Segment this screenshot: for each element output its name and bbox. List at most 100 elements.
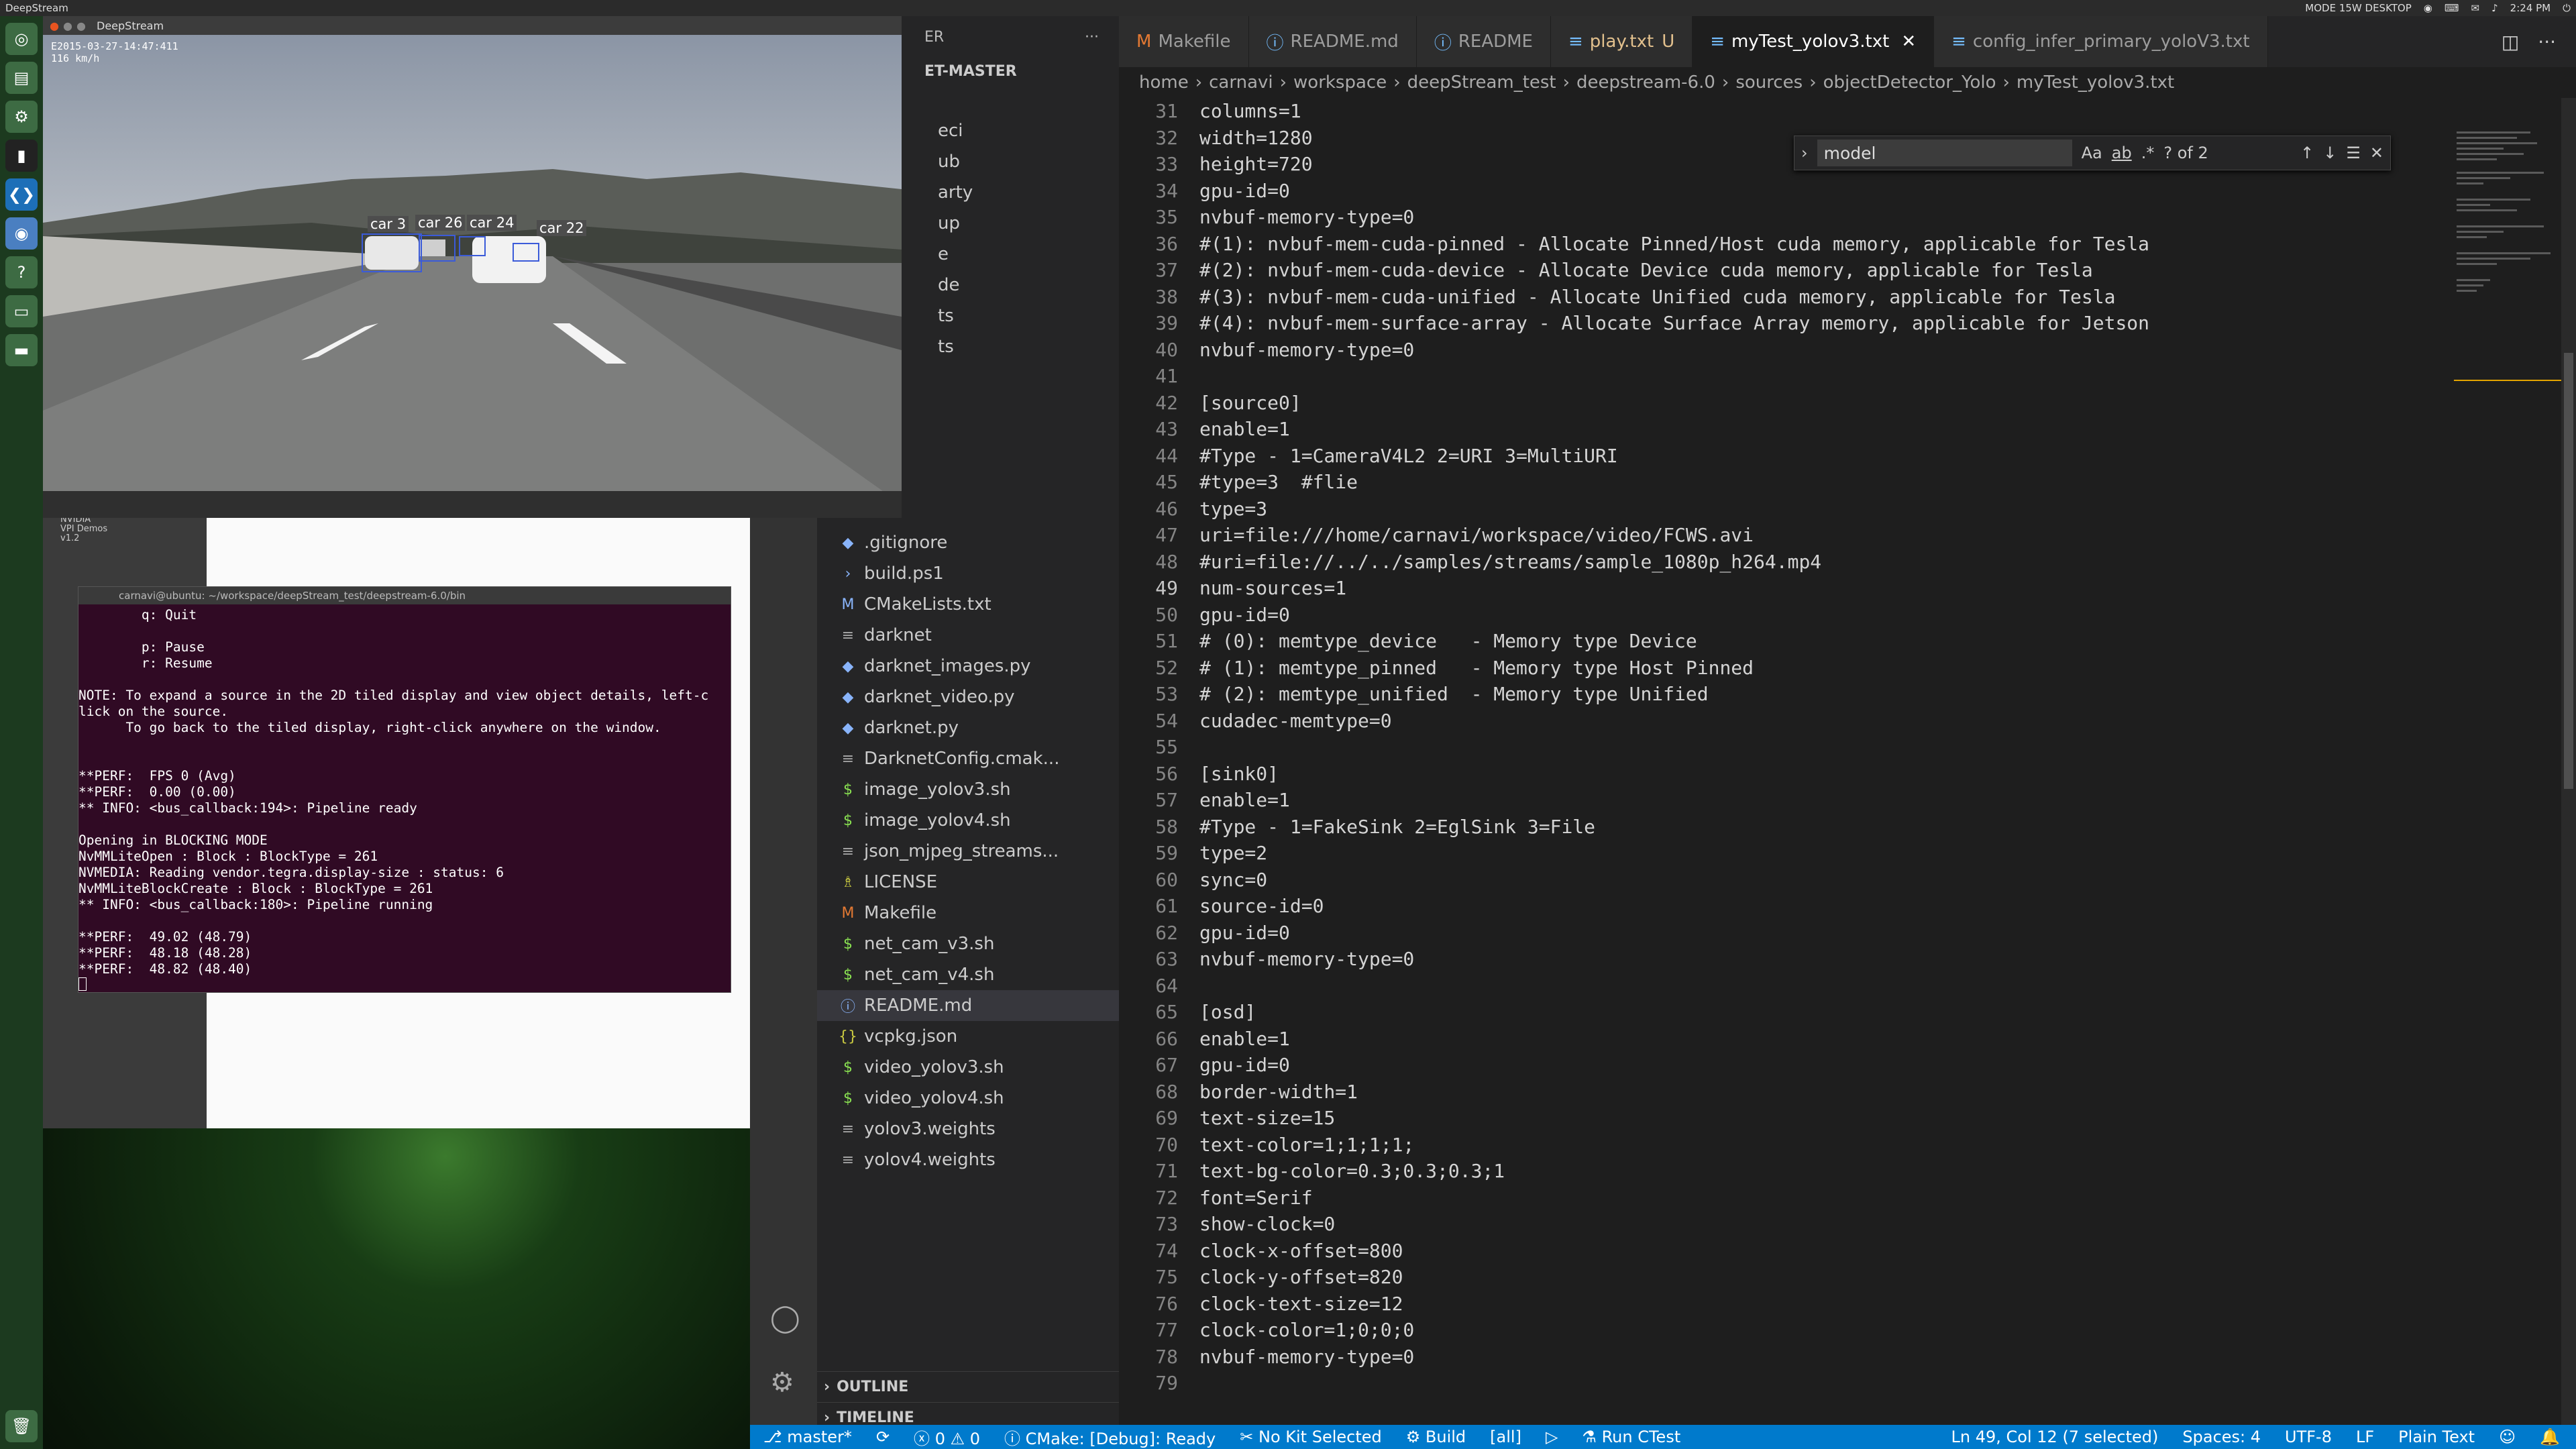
indentation-status[interactable]: Spaces: 4 [2182,1428,2261,1446]
explorer-file[interactable]: $ net_cam_v3.sh [817,928,1119,959]
problems-status[interactable]: ⓧ 0 ⚠ 0 [914,1426,980,1449]
breadcrumb-item[interactable]: workspace [1293,72,1387,93]
build-target[interactable]: [all] [1490,1428,1521,1446]
breadcrumb-item[interactable]: sources [1735,72,1803,93]
breadcrumb-item[interactable]: home [1139,72,1189,93]
close-tab-icon[interactable]: ✕ [1901,32,1916,52]
explorer-file[interactable]: ◆ darknet_video.py [817,682,1119,712]
outline-section[interactable]: › OUTLINE [817,1371,1119,1402]
explorer-file[interactable]: $ video_yolov3.sh [817,1052,1119,1083]
files-icon[interactable]: ▤ [5,62,38,94]
keyboard-icon[interactable]: ⌨ [2445,2,2459,14]
line-number: 56 [1155,762,1178,785]
terminal-window[interactable]: carnavi@ubuntu: ~/workspace/deepStream_t… [78,586,731,993]
manage-gear-icon[interactable]: ⚙ [770,1367,794,1398]
explorer-more-icon[interactable]: ··· [1085,29,1099,46]
editor-scrollbar[interactable] [2561,98,2576,1425]
cmake-status[interactable]: ⓘ CMake: [Debug]: Ready [1004,1426,1216,1449]
editor-more-icon[interactable]: ··· [2538,31,2556,53]
minimize-button[interactable]: ● [63,19,72,32]
network-icon[interactable]: ◉ [2424,2,2432,14]
power-icon[interactable]: ⏻ [2563,2,2571,14]
feedback-icon[interactable]: ☺ [2499,1428,2516,1446]
find-input[interactable] [1817,140,2072,166]
match-case-toggle[interactable]: Aa [2082,144,2102,162]
explorer-file[interactable]: M Makefile [817,898,1119,928]
mail-icon[interactable]: ✉ [2471,2,2480,14]
code-line: 67 gpu-id=0 [1119,1052,2454,1079]
drive-icon[interactable]: ▭ [5,295,38,327]
trash-icon[interactable]: 🗑 [5,1410,38,1442]
branch-status[interactable]: ⎇ master* [763,1428,852,1446]
notifications-icon[interactable]: 🔔 [2540,1428,2560,1446]
cursor-position[interactable]: Ln 49, Col 12 (7 selected) [1951,1428,2159,1446]
explorer-file[interactable]: $ net_cam_v4.sh [817,959,1119,990]
whole-word-toggle[interactable]: ab [2112,144,2132,162]
split-editor-icon[interactable]: ◫ [2502,31,2519,53]
language-mode[interactable]: Plain Text [2398,1428,2475,1446]
clock[interactable]: 2:24 PM [2510,2,2551,14]
editor-tab[interactable]: ≡ play.txt U [1551,16,1693,67]
cmake-kit-status[interactable]: ✂ No Kit Selected [1240,1428,1382,1446]
deepstream-window[interactable]: ● ● ● DeepStream E2015-03-27-14:47:411 1… [43,16,902,518]
breadcrumb-item[interactable]: carnavi [1209,72,1273,93]
next-match-icon[interactable]: ↓ [2323,144,2337,162]
breadcrumb-item[interactable]: deepstream-6.0 [1576,72,1715,93]
explorer-file[interactable]: $ image_yolov3.sh [817,774,1119,805]
encoding-status[interactable]: UTF-8 [2285,1428,2332,1446]
explorer-file[interactable]: ≡ yolov4.weights [817,1144,1119,1175]
close-button[interactable]: ● [50,19,59,32]
explorer-file[interactable]: ♗ LICENSE [817,867,1119,898]
breadcrumb-item[interactable]: objectDetector_Yolo [1823,72,1996,93]
maximize-button[interactable]: ● [76,19,86,32]
disk-icon[interactable]: ▬ [5,334,38,366]
explorer-file[interactable]: ◆ darknet_images.py [817,651,1119,682]
toggle-replace-icon[interactable]: › [1801,144,1808,162]
find-in-selection-icon[interactable]: ☰ [2346,144,2361,162]
minimap[interactable] [2454,98,2561,1425]
help-icon[interactable]: ? [5,256,38,288]
explorer-file[interactable]: ◆ darknet.py [817,712,1119,743]
terminal-icon[interactable]: ▮ [5,140,38,172]
terminal-output[interactable]: q: Quit p: Pause r: Resume NOTE: To expan… [78,604,731,991]
nvidia-power-mode[interactable]: MODE 15W DESKTOP [2305,2,2411,14]
previous-match-icon[interactable]: ↑ [2300,144,2314,162]
editor-tab[interactable]: M Makefile [1119,16,1249,67]
line-number: 50 [1155,603,1178,626]
explorer-file[interactable]: ≡ json_mjpeg_streams... [817,836,1119,867]
line-number: 51 [1155,630,1178,653]
explorer-file[interactable]: ◆ .gitignore [817,527,1119,558]
chrome-icon[interactable]: ◎ [5,23,38,55]
regex-toggle[interactable]: .* [2141,144,2155,162]
launch-icon[interactable]: ▷ [1546,1428,1558,1446]
line-number: 48 [1155,550,1178,573]
breadcrumb-item[interactable]: deepStream_test [1407,72,1556,93]
settings-icon[interactable]: ⚙ [5,101,38,133]
explorer-file[interactable]: M CMakeLists.txt [817,589,1119,620]
explorer-file[interactable]: ≡ DarknetConfig.cmak... [817,743,1119,774]
editor-tab[interactable]: ≡ myTest_yolov3.txt ✕ [1693,16,1935,67]
explorer-file[interactable]: › build.ps1 [817,558,1119,589]
build-button[interactable]: ⚙ Build [1406,1428,1466,1446]
account-icon[interactable]: ◯ [770,1303,800,1334]
eol-status[interactable]: LF [2356,1428,2374,1446]
editor-tab[interactable]: ≡ config_infer_primary_yoloV3.txt [1934,16,2268,67]
explorer-file[interactable]: ≡ darknet [817,620,1119,651]
explorer-file[interactable]: ⓘ README.md [817,990,1119,1021]
sync-icon[interactable]: ⟳ [876,1428,890,1446]
explorer-file[interactable]: $ video_yolov4.sh [817,1083,1119,1114]
explorer-file[interactable]: $ image_yolov4.sh [817,805,1119,836]
vscode-icon[interactable]: ❮❯ [5,178,38,211]
explorer-file[interactable]: {} vcpkg.json [817,1021,1119,1052]
volume-icon[interactable]: ♪ [2491,2,2498,14]
breadcrumb-item[interactable]: myTest_yolov3.txt [2017,72,2174,93]
editor-tab[interactable]: ⓘ README [1416,16,1551,67]
explorer-file[interactable]: ≡ yolov3.weights [817,1114,1119,1144]
close-find-icon[interactable]: ✕ [2370,144,2383,162]
editor-tab[interactable]: ⓘ README.md [1248,16,1417,67]
chromium-icon[interactable]: ◉ [5,217,38,250]
line-number: 60 [1155,868,1178,891]
code-editor[interactable]: 31 columns=1 32 width=1280 33 height=720 34 gpu… [1119,98,2454,1425]
run-ctest-button[interactable]: ⚗ Run CTest [1582,1428,1680,1446]
code-line: 40 nvbuf-memory-type=0 [1119,337,2454,364]
